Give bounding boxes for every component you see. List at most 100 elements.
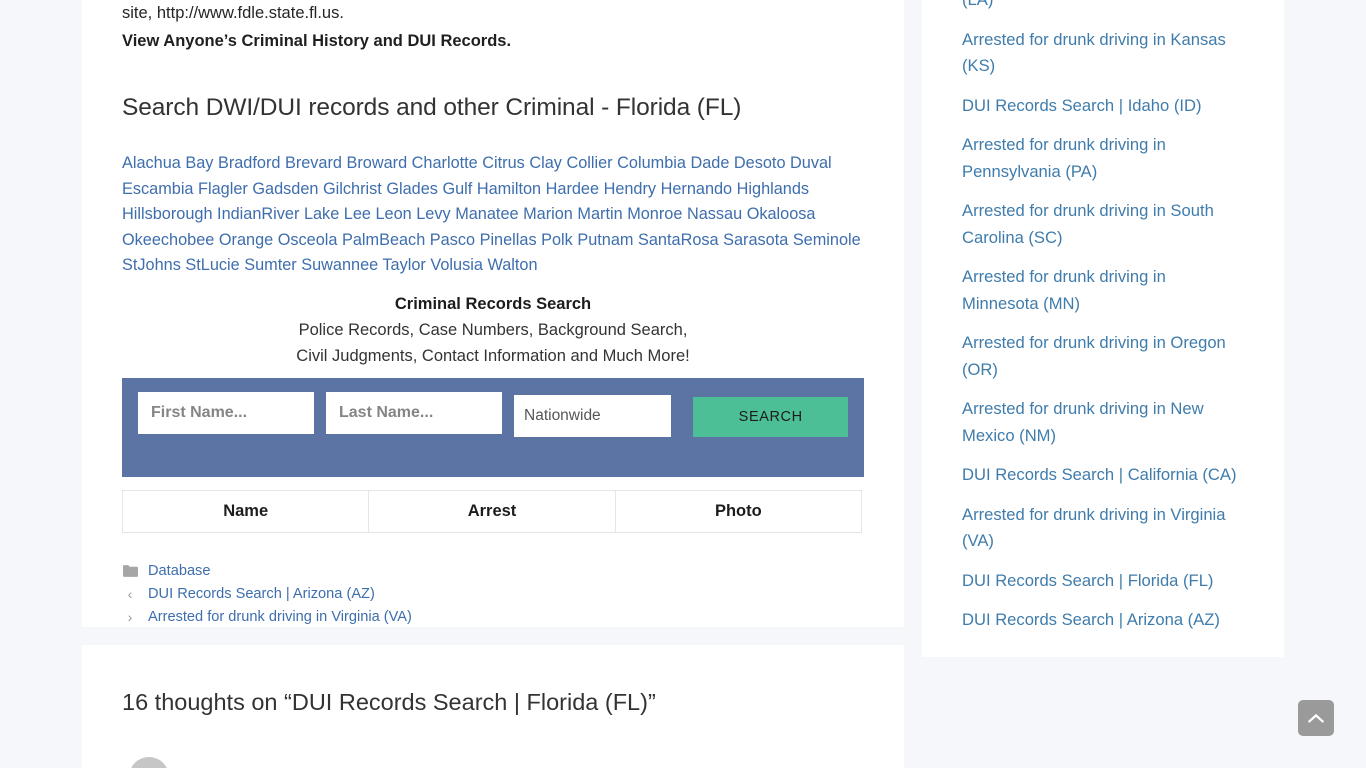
previous-post-link[interactable]: DUI Records Search | Arizona (AZ) <box>148 586 375 602</box>
county-link[interactable]: Hardee <box>546 180 599 198</box>
state-select[interactable]: Nationwide <box>514 394 672 437</box>
sidebar-list-item: Arrested for drunk driving in New Mexico… <box>922 390 1284 456</box>
chevron-right-icon: › <box>127 608 133 625</box>
county-link[interactable]: Highlands <box>737 180 809 198</box>
sidebar-link[interactable]: Arrested for drunk driving in Pennsylvan… <box>922 126 1284 192</box>
county-link[interactable]: Putnam <box>577 231 633 249</box>
sidebar-list-item: DUI Records Search | Arizona (AZ) <box>922 601 1284 641</box>
county-link[interactable]: Brevard <box>285 154 342 172</box>
county-link[interactable]: Lake <box>304 205 339 223</box>
county-link[interactable]: Charlotte <box>412 154 478 172</box>
county-link[interactable]: Flagler <box>198 180 248 198</box>
county-link[interactable]: Hendry <box>604 180 657 198</box>
county-link[interactable]: Walton <box>487 256 537 274</box>
county-link[interactable]: Volusia <box>430 256 483 274</box>
sidebar-list-item: Arrested for drunk driving in South Caro… <box>922 192 1284 258</box>
search-button[interactable]: SEARCH <box>693 396 848 437</box>
county-link[interactable]: Okaloosa <box>747 205 816 223</box>
county-link[interactable]: Columbia <box>617 154 686 172</box>
comments-card: 16 thoughts on “DUI Records Search | Flo… <box>82 645 904 768</box>
county-link[interactable]: StJohns <box>122 256 181 274</box>
county-link[interactable]: Gilchrist <box>323 180 382 198</box>
folder-icon <box>122 563 138 579</box>
county-link[interactable]: Orange <box>219 231 273 249</box>
sidebar-link[interactable]: DUI Records Search | Florida (FL) <box>922 561 1284 601</box>
county-link[interactable]: Martin <box>577 205 622 223</box>
county-link[interactable]: Monroe <box>627 205 682 223</box>
sidebar-list-item: Arrested for drunk driving in Kansas (KS… <box>922 20 1284 86</box>
county-link[interactable]: Dade <box>690 154 729 172</box>
county-link[interactable]: Okeechobee <box>122 231 214 249</box>
category-row: Database <box>122 560 864 582</box>
sidebar-link[interactable]: Arrested for drunk driving in Minnesota … <box>922 258 1284 324</box>
intro-bold-line: View Anyone’s Criminal History and DUI R… <box>122 32 512 50</box>
county-link[interactable]: Leon <box>375 205 411 223</box>
sidebar-link[interactable]: Arrested for drunk driving in New Mexico… <box>922 390 1284 456</box>
county-link[interactable]: Alachua <box>122 154 181 172</box>
chevron-up-icon <box>1308 713 1324 723</box>
previous-post-row: ‹ DUI Records Search | Arizona (AZ) <box>122 583 864 605</box>
county-link[interactable]: Pinellas <box>480 231 537 249</box>
sidebar-recent-posts: Arrested for drunk driving in Louisiana … <box>922 0 1284 657</box>
scroll-to-top-button[interactable] <box>1298 700 1334 736</box>
county-link[interactable]: Hamilton <box>477 180 541 198</box>
county-link[interactable]: Clay <box>529 154 562 172</box>
county-link[interactable]: Glades <box>386 180 438 198</box>
sidebar-list-item: Arrested for drunk driving in Pennsylvan… <box>922 126 1284 192</box>
first-name-input[interactable] <box>138 391 314 434</box>
next-post-row: › Arrested for drunk driving in Virginia… <box>122 606 864 628</box>
county-link[interactable]: Nassau <box>687 205 742 223</box>
sidebar-link-list: Arrested for drunk driving in Louisiana … <box>922 0 1284 640</box>
sidebar-link[interactable]: DUI Records Search | California (CA) <box>922 456 1284 496</box>
results-table: Name Arrest Photo <box>121 489 863 533</box>
county-link[interactable]: Osceola <box>278 231 338 249</box>
county-link[interactable]: Marion <box>523 205 573 223</box>
county-link[interactable]: SantaRosa <box>638 231 719 249</box>
sidebar-link[interactable]: Arrested for drunk driving in South Caro… <box>922 192 1284 258</box>
county-link[interactable]: Citrus <box>482 154 525 172</box>
sidebar-link[interactable]: Arrested for drunk driving in Kansas (KS… <box>922 20 1284 86</box>
sidebar-list-item: DUI Records Search | Idaho (ID) <box>922 86 1284 126</box>
page-root: site, http://www.fdle.state.fl.us. View … <box>0 0 1366 768</box>
county-link[interactable]: Escambia <box>122 180 194 198</box>
sidebar-link[interactable]: DUI Records Search | Idaho (ID) <box>922 86 1284 126</box>
county-link[interactable]: Suwannee <box>301 256 378 274</box>
county-link[interactable]: Lee <box>344 205 371 223</box>
sidebar-link[interactable]: DUI Records Search | Arizona (AZ) <box>922 601 1284 641</box>
county-link[interactable]: Gulf <box>442 180 472 198</box>
county-link[interactable]: Gadsden <box>252 180 318 198</box>
county-link[interactable]: Manatee <box>455 205 518 223</box>
widget-subtitle-line-1: Police Records, Case Numbers, Background… <box>298 320 688 339</box>
county-link[interactable]: Desoto <box>734 154 786 172</box>
county-link[interactable]: Duval <box>790 154 832 172</box>
county-link[interactable]: Polk <box>541 231 573 249</box>
widget-subtitle-line-2: Civil Judgments, Contact Information and… <box>296 346 690 365</box>
next-post-link[interactable]: Arrested for drunk driving in Virginia (… <box>148 609 412 625</box>
county-link[interactable]: Hillsborough <box>122 205 213 223</box>
sidebar-link[interactable]: Arrested for drunk driving in Louisiana … <box>922 0 1284 20</box>
county-link[interactable]: Levy <box>416 205 450 223</box>
county-link[interactable]: Seminole <box>793 231 861 249</box>
comments-heading: 16 thoughts on “DUI Records Search | Flo… <box>122 689 656 715</box>
sidebar-list-item: Arrested for drunk driving in Virginia (… <box>922 495 1284 561</box>
county-link[interactable]: Bradford <box>218 154 280 172</box>
last-name-input[interactable] <box>326 391 502 434</box>
sidebar-link[interactable]: Arrested for drunk driving in Oregon (OR… <box>922 324 1284 390</box>
category-link-database[interactable]: Database <box>148 563 210 579</box>
county-link[interactable]: PalmBeach <box>342 231 425 249</box>
county-link[interactable]: Sarasota <box>723 231 788 249</box>
county-link[interactable]: Taylor <box>382 256 425 274</box>
county-link[interactable]: Bay <box>185 154 213 172</box>
column-header-photo: Photo <box>614 489 863 533</box>
chevron-left-icon: ‹ <box>127 585 133 602</box>
county-link[interactable]: Broward <box>347 154 408 172</box>
county-link[interactable]: StLucie <box>185 256 239 274</box>
county-link[interactable]: Sumter <box>244 256 296 274</box>
county-link[interactable]: Hernando <box>661 180 733 198</box>
county-link[interactable]: Pasco <box>430 231 475 249</box>
sidebar-link[interactable]: Arrested for drunk driving in Virginia (… <box>922 495 1284 561</box>
sidebar-list-item: Arrested for drunk driving in Louisiana … <box>922 0 1284 20</box>
county-link[interactable]: IndianRiver <box>217 205 299 223</box>
county-link[interactable]: Collier <box>566 154 612 172</box>
page-title: Search DWI/DUI records and other Crimina… <box>122 94 742 121</box>
